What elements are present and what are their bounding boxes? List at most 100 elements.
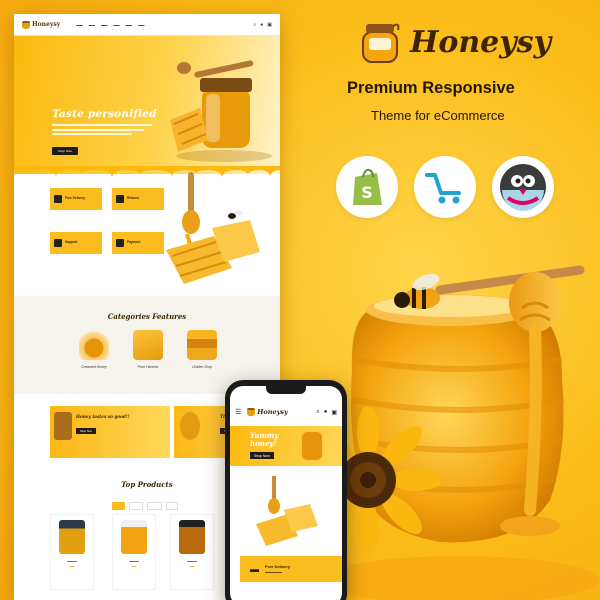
phone-notch (266, 386, 306, 394)
feature-label: Payment (127, 240, 141, 245)
delivery-subtitle-placeholder: ▬▬▬▬▬▬ (265, 569, 282, 574)
hero-title: Taste personified (52, 108, 157, 120)
cart-icon[interactable]: ▣ (331, 409, 337, 416)
payment-icon (116, 239, 124, 247)
features-grid: Free Delivery Returns Support Payment (50, 188, 168, 282)
mobile-preview: ☰ Honeysy ⌕ ● ▣ Yummy honey! Shop Now ▬ … (225, 380, 347, 600)
truck-icon (54, 195, 62, 203)
bee-icon (394, 273, 440, 309)
honeycomb-dipper-image (166, 172, 260, 284)
tab[interactable] (165, 502, 179, 510)
mobile-hero-jar-image (302, 432, 322, 460)
product-price-placeholder: ▬▬ (189, 565, 195, 568)
product-name-placeholder: ▬▬▬▬ (187, 560, 197, 563)
feature-card: Returns (112, 188, 164, 210)
category-item[interactable]: Golden Drop (182, 330, 222, 369)
opencart-icon (425, 173, 461, 204)
hero-text-placeholder (52, 124, 152, 138)
feature-card: Payment (112, 232, 164, 254)
brand-name: Honeysy (410, 24, 552, 60)
product-image (179, 520, 205, 554)
category-label: Creamed Honey (81, 365, 107, 369)
product-card[interactable]: ▬▬▬▬ ▬▬ (50, 514, 94, 590)
mobile-logo-text: Honeysy (257, 408, 288, 416)
nav-item[interactable]: ▬▬ (76, 23, 82, 27)
feature-label: Free Delivery (65, 196, 86, 201)
category-image (79, 330, 109, 360)
desktop-logo-text: Honeysy (32, 21, 61, 28)
honey-jar-hero-image (170, 60, 272, 162)
category-item[interactable]: Creamed Honey (74, 330, 114, 369)
mobile-hero-title: Yummy honey! (250, 432, 278, 447)
product-name-placeholder: ▬▬▬▬ (129, 560, 139, 563)
categories-title: Categories Features (107, 312, 187, 321)
desktop-hero: Taste personified Shop Now (14, 36, 280, 177)
hero-shop-now-button[interactable]: Shop Now (52, 147, 78, 155)
honey-jar-logo-icon (362, 23, 400, 63)
tab[interactable] (128, 502, 144, 510)
truck-icon: ▬ (250, 564, 259, 574)
feature-label: Support (65, 240, 78, 245)
product-name-placeholder: ▬▬▬▬ (67, 560, 77, 563)
promo-banner[interactable]: Honey tastes so good!! Shop Now (50, 406, 170, 458)
user-icon[interactable]: ● (324, 409, 328, 416)
tab[interactable] (147, 502, 162, 510)
tab[interactable] (112, 502, 125, 510)
nav-item[interactable]: ▬▬ (138, 23, 144, 27)
product-image (59, 520, 85, 554)
mobile-hero: Yummy honey! Shop Now (230, 426, 342, 466)
banner-image (54, 412, 72, 440)
mobile-logo[interactable]: Honeysy (247, 408, 288, 416)
product-price-placeholder: ▬▬ (131, 565, 137, 568)
tagline-subtitle: Theme for eCommerce (371, 108, 505, 123)
banner-button[interactable]: Shop Now (76, 428, 96, 434)
delivery-title: Free Delivery (265, 564, 291, 570)
brand-lockup: Honeysy (360, 20, 551, 64)
product-tabs (112, 502, 179, 510)
search-icon[interactable]: ⌕ (253, 22, 256, 28)
mobile-shop-now-button[interactable]: Shop Now (250, 452, 274, 459)
category-label: Pure Harvest (137, 365, 159, 369)
jar-icon (22, 20, 30, 29)
user-icon[interactable]: ● (260, 22, 263, 28)
mobile-honeycomb-image (256, 476, 318, 546)
prestashop-icon (500, 164, 546, 211)
opencart-badge[interactable] (414, 156, 476, 218)
feature-label: Returns (127, 196, 140, 201)
return-icon (116, 195, 124, 203)
shopify-badge[interactable]: S (336, 156, 398, 218)
mobile-feature-card: ▬ Free Delivery ▬▬▬▬▬▬ (240, 556, 342, 582)
nav-item[interactable]: ▬▬ (126, 23, 132, 27)
prestashop-badge[interactable] (492, 156, 554, 218)
phone-screen: ☰ Honeysy ⌕ ● ▣ Yummy honey! Shop Now ▬ … (230, 386, 342, 600)
desktop-logo[interactable]: Honeysy (22, 20, 61, 29)
nav-item[interactable]: ▬▬ (113, 23, 119, 27)
product-card[interactable]: ▬▬▬▬ ▬▬ (112, 514, 156, 590)
desktop-header: Honeysy ▬▬ ▬▬ ▬▬ ▬▬ ▬▬ ▬▬ ⌕ ● ▣ (14, 14, 280, 36)
honey-jar-artwork (330, 265, 600, 600)
banner-image (180, 412, 200, 440)
mobile-header-icons: ⌕ ● ▣ (316, 409, 337, 416)
search-icon[interactable]: ⌕ (316, 409, 319, 416)
desktop-nav: ▬▬ ▬▬ ▬▬ ▬▬ ▬▬ ▬▬ (76, 23, 144, 27)
menu-icon[interactable]: ☰ (235, 408, 241, 416)
jar-icon (247, 408, 256, 416)
tagline-title: Premium Responsive (347, 79, 515, 97)
product-image (121, 520, 147, 554)
nav-item[interactable]: ▬▬ (101, 23, 107, 27)
product-card[interactable]: ▬▬▬▬ ▬▬ (170, 514, 214, 590)
support-icon (54, 239, 62, 247)
nav-item[interactable]: ▬▬ (89, 23, 95, 27)
shopify-icon: S (353, 168, 382, 205)
mobile-hero-title-line2: honey! (250, 438, 277, 448)
feature-card: Support (50, 232, 102, 254)
product-price-placeholder: ▬▬ (69, 565, 75, 568)
category-label: Golden Drop (192, 365, 212, 369)
cart-icon[interactable]: ▣ (267, 22, 272, 28)
svg-text:S: S (361, 183, 373, 202)
category-image (133, 330, 163, 360)
banner-title: Honey tastes so good!! (76, 414, 130, 419)
desktop-header-icons: ⌕ ● ▣ (253, 22, 272, 28)
category-item[interactable]: Pure Harvest (128, 330, 168, 369)
mobile-header: ☰ Honeysy ⌕ ● ▣ (230, 400, 342, 424)
